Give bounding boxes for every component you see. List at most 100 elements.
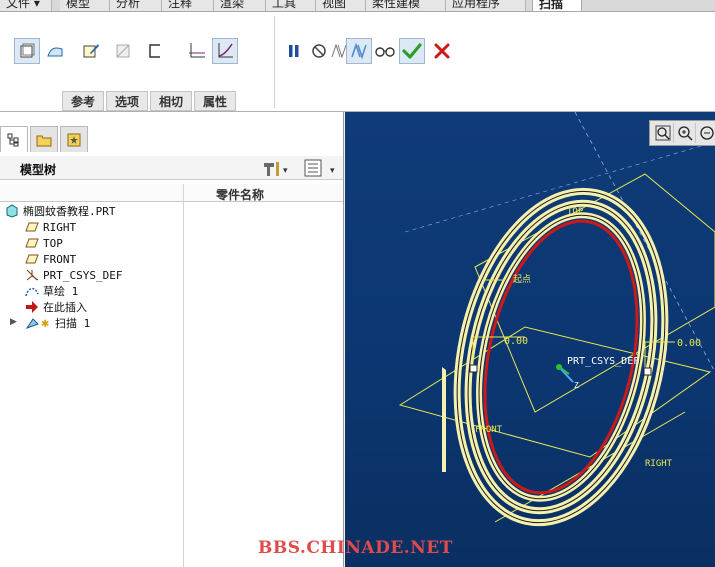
- datum-plane-icon: [25, 252, 39, 266]
- sketch-feature-icon: [25, 284, 39, 298]
- ribbon-tab-strip: 文件 ▾ 模型 分析 注释 渲染 工具 视图 柔性建模 应用程序 扫描: [0, 0, 715, 12]
- watermark-text: BBS.CHINADE.NET: [258, 538, 453, 558]
- subtab-tangency[interactable]: 相切: [150, 91, 193, 111]
- coil-start-tail: [442, 367, 446, 472]
- tree-item-part[interactable]: 椭圆蚊香教程.PRT: [5, 203, 116, 219]
- tree-item-sketch[interactable]: 草绘 1: [25, 283, 78, 299]
- verify-mode-button[interactable]: [346, 38, 372, 64]
- svg-text:▾: ▾: [283, 166, 288, 176]
- tab-flexible-modeling[interactable]: 柔性建模: [366, 0, 446, 11]
- group-separator: [274, 16, 275, 108]
- thicken-icon: [149, 44, 160, 58]
- dimension-right-value[interactable]: 0.00: [677, 338, 701, 349]
- expand-sweep-toggle[interactable]: ▶: [10, 317, 17, 327]
- spiral-coil: [453, 187, 669, 527]
- model-tree-title: 模型树: [20, 163, 57, 177]
- no-preview-icon: [312, 44, 326, 58]
- model-tree-header: 模型树 ▾ ▾: [0, 156, 343, 180]
- list-options-icon: ▾: [304, 159, 335, 177]
- insert-here-arrow-icon: [25, 300, 39, 314]
- tree-item-label: 椭圆蚊香教程.PRT: [23, 205, 116, 218]
- constant-section-icon: [189, 43, 205, 58]
- pause-icon: [289, 45, 299, 57]
- ribbon-panel: 参考 选项 相切 属性: [0, 12, 715, 112]
- tree-item-csys[interactable]: PRT_CSYS_DEF: [25, 267, 122, 283]
- solid-button[interactable]: [14, 38, 40, 64]
- sweep-feature-icon: ✱: [25, 316, 51, 330]
- tab-folder-browser[interactable]: [30, 126, 58, 152]
- tab-favorites[interactable]: [60, 126, 88, 152]
- solid-extrude-icon: [20, 43, 35, 58]
- surface-icon: [47, 47, 63, 57]
- tab-model-tree[interactable]: [0, 126, 28, 152]
- ok-button[interactable]: [399, 38, 425, 64]
- tab-model[interactable]: 模型: [60, 0, 110, 11]
- tree-item-right[interactable]: RIGHT: [25, 219, 76, 235]
- tree-item-label: TOP: [43, 236, 63, 250]
- model-tree-icon: [7, 133, 19, 146]
- refit-zoom-icon: [655, 125, 670, 141]
- tree-item-front[interactable]: FRONT: [25, 251, 76, 267]
- remove-material-button[interactable]: [110, 38, 136, 64]
- tree-settings-button[interactable]: ▾: [262, 159, 290, 180]
- tree-item-label: 草绘 1: [43, 285, 79, 298]
- tree-item-label: FRONT: [43, 252, 77, 266]
- datum-plane-icon: [25, 236, 39, 250]
- zoom-in-button[interactable]: [674, 123, 696, 143]
- part-icon: [5, 204, 19, 218]
- graphics-viewport[interactable]: TOP 起点 PRT_CSYS_DEF Z 0.00 0.00 FRONT RI…: [345, 112, 715, 567]
- sketch-button[interactable]: [78, 38, 104, 64]
- handle-left[interactable]: [469, 364, 478, 373]
- svg-text:✱: ✱: [41, 319, 49, 330]
- label-top: TOP: [567, 207, 584, 217]
- subtab-options[interactable]: 选项: [106, 91, 149, 111]
- label-right: RIGHT: [645, 459, 673, 469]
- model-tree-panel: 模型树 ▾ ▾ 零件名称 椭圆蚊香教程.PRT RIGHT TOP FRONT …: [0, 112, 344, 567]
- tab-tools[interactable]: 工具: [266, 0, 316, 11]
- datum-plane-icon: [25, 220, 39, 234]
- tab-file[interactable]: 文件 ▾: [0, 0, 52, 11]
- subtab-references[interactable]: 参考: [62, 91, 105, 111]
- datum-plane-right: [474, 173, 715, 413]
- tree-filter-button[interactable]: ▾: [304, 159, 338, 180]
- csys-z-axis: [558, 366, 574, 383]
- variable-section-icon: [218, 43, 233, 58]
- tab-render[interactable]: 渲染: [214, 0, 266, 11]
- subtab-properties[interactable]: 属性: [194, 91, 237, 111]
- glasses-icon: [375, 47, 395, 57]
- label-start-point: 起点: [513, 274, 531, 285]
- constant-section-button[interactable]: [184, 38, 210, 64]
- model-graphics: TOP 起点 PRT_CSYS_DEF Z 0.00 0.00 FRONT RI…: [398, 112, 715, 527]
- tree-item-sweep[interactable]: ✱ 扫描 1: [25, 315, 90, 331]
- variable-section-button[interactable]: [212, 38, 238, 64]
- sketch-icon: [83, 44, 99, 58]
- cancel-button[interactable]: [429, 38, 455, 64]
- handle-right[interactable]: [643, 367, 652, 376]
- tab-analysis[interactable]: 分析: [110, 0, 162, 11]
- zoom-out-button[interactable]: [696, 123, 715, 143]
- svg-text:▾: ▾: [330, 166, 335, 176]
- glasses-button[interactable]: [372, 38, 398, 64]
- csys-origin: [556, 364, 562, 370]
- tree-item-label: PRT_CSYS_DEF: [43, 268, 123, 282]
- refit-button[interactable]: [652, 123, 674, 143]
- tab-applications[interactable]: 应用程序: [446, 0, 526, 11]
- tree-item-label: 扫描 1: [55, 317, 91, 330]
- surface-button[interactable]: [42, 38, 68, 64]
- column-divider[interactable]: [183, 184, 184, 567]
- tab-sweep[interactable]: 扫描: [532, 0, 582, 11]
- column-part-name: 零件名称: [216, 188, 265, 202]
- tree-item-top[interactable]: TOP: [25, 235, 63, 251]
- coordinate-system-icon: [25, 268, 39, 282]
- tree-item-insert-here[interactable]: 在此插入: [25, 299, 87, 315]
- pause-button[interactable]: [281, 38, 307, 64]
- app-window: 文件 ▾ 模型 分析 注释 渲染 工具 视图 柔性建模 应用程序 扫描 参考 选…: [0, 0, 715, 567]
- hammer-tools-icon: ▾: [264, 162, 288, 176]
- thicken-button[interactable]: [142, 38, 168, 64]
- tab-view[interactable]: 视图: [316, 0, 366, 11]
- tree-item-label: 在此插入: [43, 301, 87, 314]
- dimension-left-value[interactable]: 0.00: [504, 336, 528, 347]
- remove-material-icon: [116, 44, 130, 58]
- tree-item-label: RIGHT: [43, 220, 77, 234]
- tab-annotate[interactable]: 注释: [162, 0, 214, 11]
